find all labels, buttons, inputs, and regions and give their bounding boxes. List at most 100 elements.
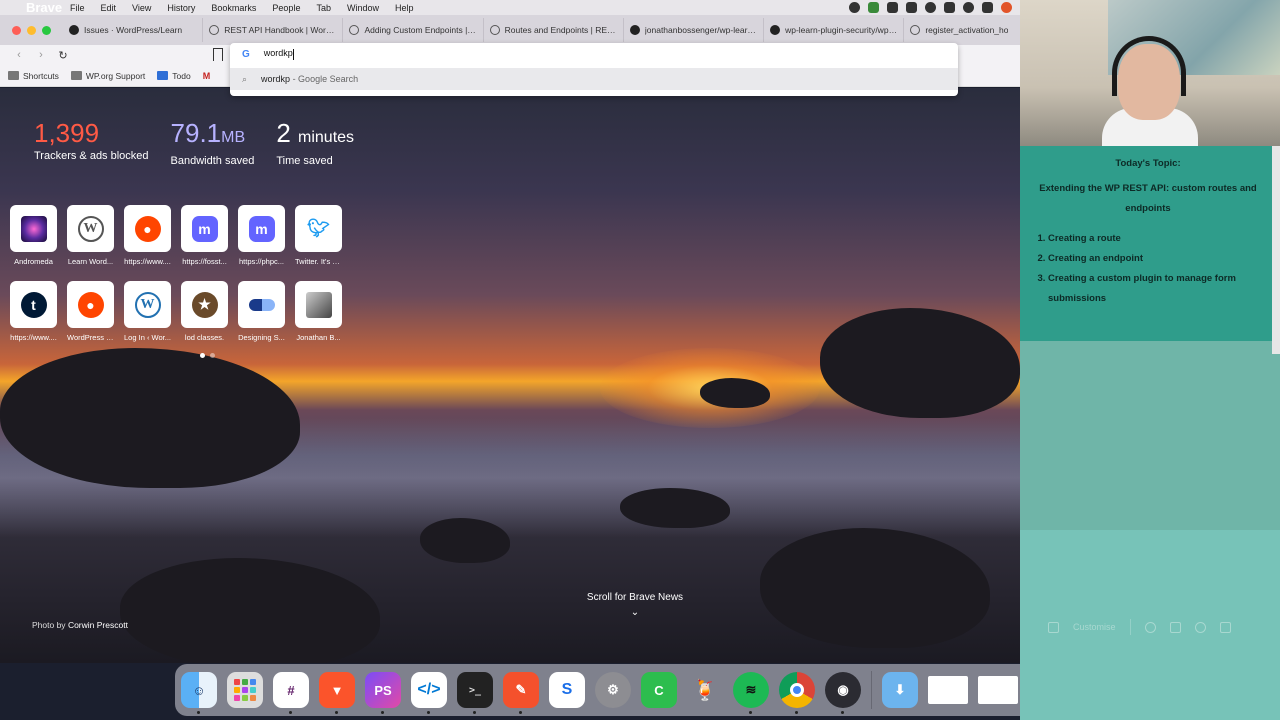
- downloads-folder-icon[interactable]: ⬇: [882, 672, 918, 708]
- tab-register-activation-hook[interactable]: register_activation_ho: [904, 18, 1020, 42]
- topic-panel: Today's Topic: Extending the WP REST API…: [1020, 146, 1272, 341]
- bookmark-icon[interactable]: [213, 48, 223, 61]
- pen-app-icon[interactable]: ✎: [503, 672, 539, 714]
- mastodon-icon: m: [191, 215, 218, 242]
- topic-list: Creating a route Creating an endpoint Cr…: [1032, 229, 1264, 309]
- obs-tray-icon[interactable]: [849, 2, 860, 13]
- tab-wp-learn-plugin-security[interactable]: wp-learn-plugin-security/wp-le: [764, 18, 905, 42]
- bookmark-gmail[interactable]: M: [203, 71, 211, 81]
- spotify-icon[interactable]: ≋: [733, 672, 769, 714]
- dock-tray-icon[interactable]: [982, 2, 993, 13]
- reddit-icon: ●: [77, 291, 104, 318]
- customise-button[interactable]: Customise: [1073, 622, 1116, 632]
- top-site-tile[interactable]: m https://phpc...: [238, 205, 285, 266]
- user-avatar-icon[interactable]: [1001, 2, 1012, 13]
- chrome-icon[interactable]: [779, 672, 815, 714]
- tab-rest-api-handbook[interactable]: REST API Handbook | WordPress: [203, 18, 344, 42]
- slack-icon[interactable]: #: [273, 672, 309, 714]
- back-button[interactable]: ‹: [8, 49, 30, 61]
- top-site-tile[interactable]: W Learn Word...: [67, 205, 114, 266]
- pager-dot-1[interactable]: [200, 353, 205, 358]
- menu-bookmarks[interactable]: Bookmarks: [203, 3, 264, 13]
- top-site-tile[interactable]: W Log In ‹ Wor...: [124, 281, 171, 342]
- top-site-tile[interactable]: 🐦︎ Twitter. It's w...: [295, 205, 342, 266]
- cloud-tray-icon[interactable]: [906, 2, 917, 13]
- top-site-tile[interactable]: m https://fosst...: [181, 205, 228, 266]
- background-rock: [120, 558, 380, 663]
- bookmark-wporg-support[interactable]: WP.org Support: [70, 71, 145, 81]
- history-icon[interactable]: [1194, 621, 1206, 633]
- top-site-tile[interactable]: Designing S...: [238, 281, 285, 342]
- top-site-tile[interactable]: ● https://www....: [124, 205, 171, 266]
- wordpress-icon: [209, 25, 220, 35]
- simplenote-icon[interactable]: S: [549, 672, 585, 708]
- dropbox-icon[interactable]: [887, 2, 898, 13]
- stream-overlay: Today's Topic: Extending the WP REST API…: [1020, 0, 1280, 720]
- text-cursor: [292, 48, 294, 60]
- menu-help[interactable]: Help: [387, 3, 422, 13]
- wordpress-icon: [489, 25, 500, 35]
- top-site-tile[interactable]: t https://www....: [10, 281, 57, 342]
- tab-issues-wordpress-learn[interactable]: Issues · WordPress/Learn: [63, 18, 204, 42]
- menu-file[interactable]: File: [62, 3, 93, 13]
- system-preferences-icon[interactable]: ⚙: [595, 672, 631, 708]
- forward-button[interactable]: ›: [30, 49, 52, 61]
- wordpress-icon: W: [134, 291, 161, 318]
- tab-adding-custom-endpoints[interactable]: Adding Custom Endpoints | RE: [343, 18, 484, 42]
- sliders-icon[interactable]: [1048, 621, 1059, 633]
- tab-routes-and-endpoints[interactable]: Routes and Endpoints | REST A: [484, 18, 624, 42]
- screen-tray-icon[interactable]: [944, 2, 955, 13]
- top-site-tile[interactable]: ● WordPress R...: [67, 281, 114, 342]
- onepassword-icon[interactable]: [925, 2, 936, 13]
- wordpress-icon: [910, 25, 921, 35]
- address-bar[interactable]: G wordkp: [230, 43, 958, 65]
- tab-wp-learn-repo[interactable]: jonathanbossenger/wp-learn-r: [624, 18, 765, 42]
- gear-icon[interactable]: [1144, 621, 1156, 633]
- menu-people[interactable]: People: [264, 3, 308, 13]
- plugin-tray-icon[interactable]: [868, 2, 879, 13]
- vscode-icon[interactable]: </>: [411, 672, 447, 714]
- phpstorm-icon[interactable]: PS: [365, 672, 401, 714]
- top-site-tile[interactable]: Jonathan B...: [295, 281, 342, 342]
- webcam-feed: [1020, 0, 1280, 148]
- stat-trackers: 1,399 Trackers & ads blocked: [34, 118, 149, 162]
- reload-button[interactable]: ↻: [52, 49, 74, 62]
- folder-icon: [70, 71, 82, 80]
- photo-credit-author[interactable]: Corwin Prescott: [68, 620, 128, 630]
- close-window-button[interactable]: [12, 25, 21, 35]
- panel-scrollbar[interactable]: [1272, 146, 1280, 354]
- bookmark-manager-icon[interactable]: [1169, 621, 1181, 633]
- top-site-tile[interactable]: Andromeda: [10, 205, 57, 266]
- menu-edit[interactable]: Edit: [93, 3, 125, 13]
- divider: [1129, 619, 1131, 635]
- video-icon[interactable]: [1219, 621, 1231, 633]
- fullscreen-window-button[interactable]: [42, 25, 51, 35]
- menu-history[interactable]: History: [159, 3, 203, 13]
- search-suggestion[interactable]: ⌕ wordkp - Google Search: [230, 68, 958, 90]
- brave-news-prompt[interactable]: Scroll for Brave News ⌄: [556, 592, 714, 618]
- recent-window-thumbnail[interactable]: [928, 676, 968, 704]
- brave-icon[interactable]: ▼: [319, 672, 355, 714]
- obs-icon[interactable]: ◉: [825, 672, 861, 714]
- topic-subtitle: Extending the WP REST API: custom routes…: [1039, 183, 1257, 214]
- terminal-icon[interactable]: >_: [457, 672, 493, 714]
- address-input[interactable]: wordkp: [264, 48, 294, 60]
- alien-tray-icon[interactable]: [963, 2, 974, 13]
- badge-icon: ★: [191, 291, 218, 318]
- minimize-window-button[interactable]: [27, 25, 36, 35]
- menu-view[interactable]: View: [124, 3, 159, 13]
- calendar-app-icon[interactable]: C: [641, 672, 677, 708]
- menu-tab[interactable]: Tab: [308, 3, 339, 13]
- recent-window-thumbnail[interactable]: [978, 676, 1018, 704]
- launchpad-icon[interactable]: [227, 672, 263, 708]
- drinks-icon[interactable]: 🍹: [687, 672, 723, 708]
- bookmark-todo[interactable]: Todo: [157, 71, 191, 81]
- finder-icon[interactable]: ☺: [181, 672, 217, 714]
- bookmark-shortcuts[interactable]: Shortcuts: [8, 71, 59, 81]
- menu-window[interactable]: Window: [339, 3, 387, 13]
- pager-dot-2[interactable]: [210, 353, 215, 358]
- macos-menubar: Brave File Edit View History Bookmarks P…: [0, 0, 1020, 15]
- topic-item: Creating a custom plugin to manage form …: [1048, 269, 1264, 309]
- top-site-tile[interactable]: ★ lod classes.: [181, 281, 228, 342]
- topic-item: Creating an endpoint: [1048, 249, 1264, 269]
